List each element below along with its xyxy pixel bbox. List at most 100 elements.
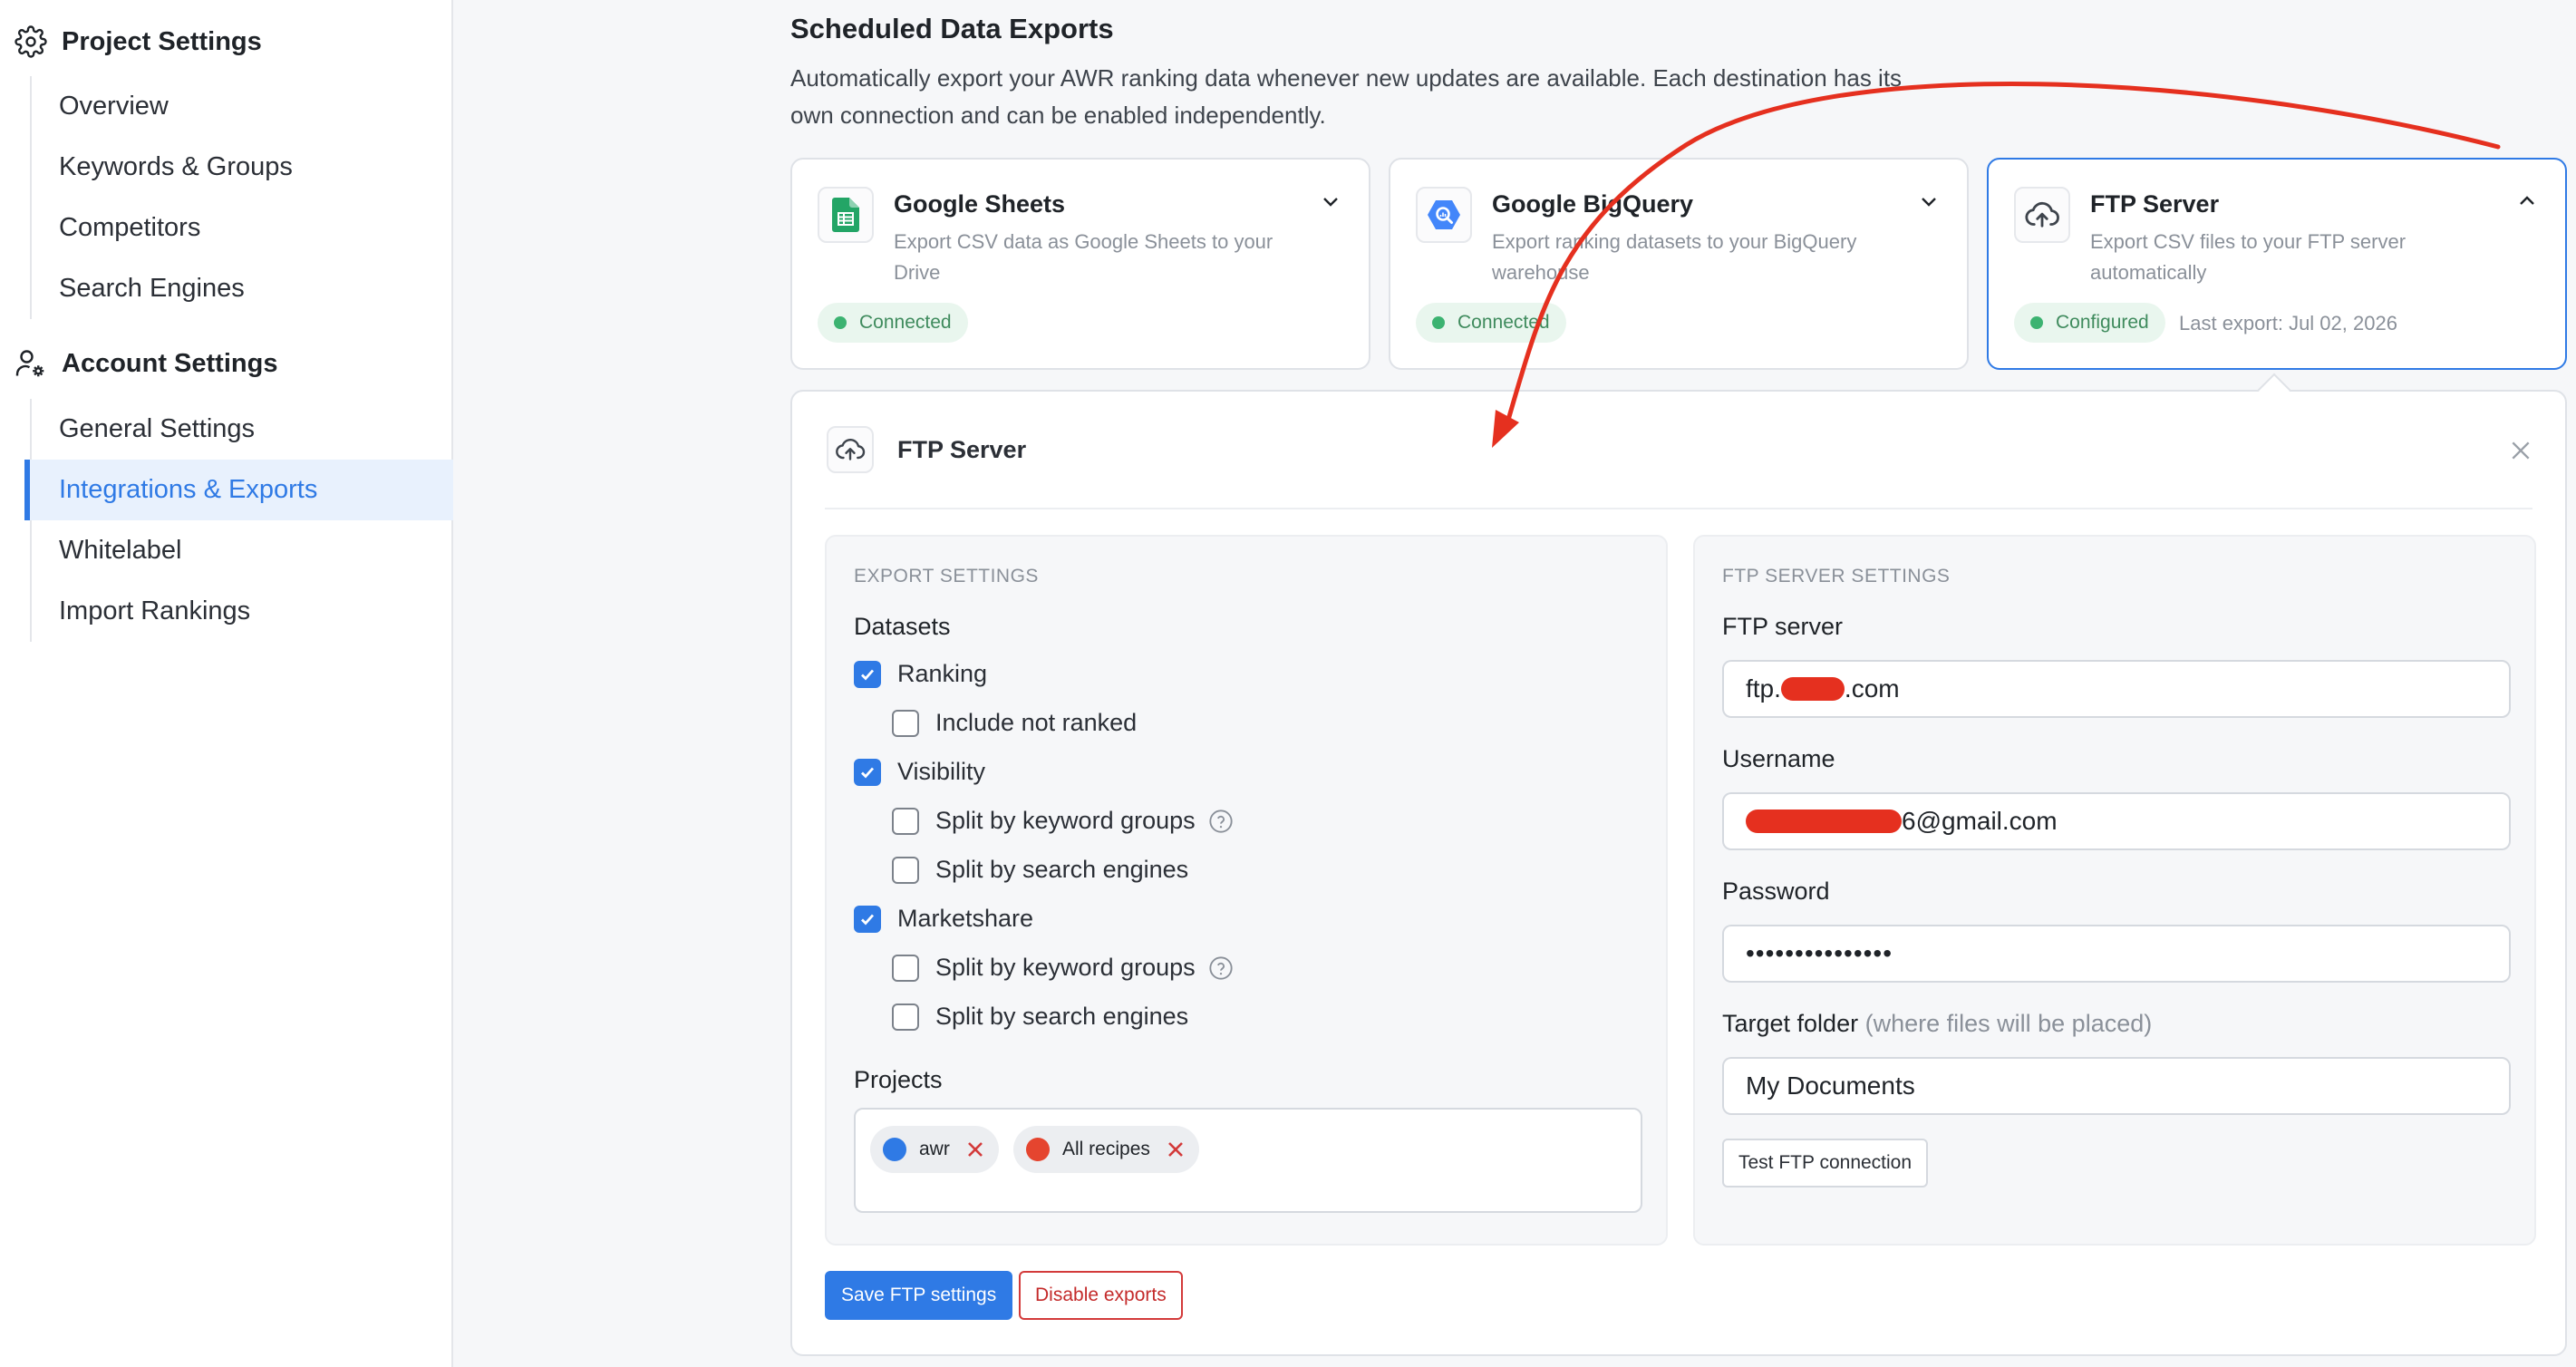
username-label: Username — [1722, 745, 1835, 772]
checkbox-label: Ranking — [897, 660, 988, 687]
status-badge: Connected — [1416, 303, 1566, 343]
destination-card-google-bigquery[interactable]: Google BigQuery Export ranking datasets … — [1389, 158, 1969, 370]
destination-description: Export CSV files to your FTP server auto… — [2090, 230, 2407, 284]
password-label: Password — [1722, 877, 1830, 905]
destination-card-google-sheets[interactable]: Google Sheets Export CSV data as Google … — [790, 158, 1370, 370]
ftp-server-label: FTP server — [1722, 613, 1844, 640]
checkbox-unchecked-icon[interactable] — [892, 807, 919, 835]
checkbox-ranking[interactable]: Ranking — [854, 660, 987, 688]
destination-name: FTP Server — [2090, 190, 2220, 218]
target-folder-hint: (where files will be placed) — [1864, 1010, 2153, 1037]
account-settings-list: General Settings Integrations & Exports … — [24, 399, 453, 642]
checkbox-label: Split by keyword groups — [935, 954, 1196, 981]
target-folder-label: Target folder (where files will be place… — [1722, 1010, 2152, 1038]
disable-exports-button[interactable]: Disable exports — [1019, 1271, 1183, 1320]
project-favicon-icon — [883, 1138, 906, 1161]
save-ftp-settings-button[interactable]: Save FTP settings — [825, 1271, 1013, 1320]
test-ftp-connection-button[interactable]: Test FTP connection — [1722, 1139, 1929, 1188]
cloud-upload-icon — [827, 426, 874, 473]
username-value-suffix: 6@gmail.com — [1902, 807, 2058, 835]
checkbox-checked-icon[interactable] — [854, 758, 881, 786]
ftp-settings-title: FTP SERVER SETTINGS — [1722, 566, 1951, 587]
remove-chip-icon[interactable] — [1165, 1139, 1186, 1160]
sidebar-item-general-settings[interactable]: General Settings — [32, 399, 453, 460]
checkbox-label: Include not ranked — [935, 709, 1138, 736]
project-chip-label: All recipes — [1062, 1139, 1150, 1159]
cloud-upload-icon — [2014, 187, 2070, 243]
checkbox-label: Split by search engines — [935, 856, 1189, 883]
checkbox-unchecked-icon[interactable] — [892, 709, 919, 737]
projects-multiselect[interactable]: awr All recipes — [854, 1108, 1642, 1213]
page-description: Automatically export your AWR ranking da… — [790, 64, 1903, 129]
status-badge: Connected — [818, 303, 968, 343]
checkbox-checked-icon[interactable] — [854, 660, 881, 688]
target-folder-label-text: Target folder — [1722, 1010, 1859, 1037]
help-icon[interactable] — [1208, 955, 1234, 981]
destination-description: Export ranking datasets to your BigQuery… — [1492, 230, 1857, 284]
target-folder-input[interactable] — [1722, 1057, 2511, 1115]
page-title: Scheduled Data Exports — [790, 13, 1114, 44]
main-content: Scheduled Data Exports Automatically exp… — [453, 0, 2576, 1367]
chevron-down-icon[interactable] — [1918, 190, 1940, 212]
sidebar-item-keywords-groups[interactable]: Keywords & Groups — [32, 137, 453, 198]
google-sheets-icon — [818, 187, 874, 243]
checkbox-checked-icon[interactable] — [854, 905, 881, 933]
project-chip-label: awr — [919, 1139, 950, 1159]
panel-header: FTP Server — [827, 426, 1026, 473]
account-settings-label: Account Settings — [62, 348, 278, 378]
checkbox-marketshare[interactable]: Marketshare — [854, 905, 1033, 933]
help-icon[interactable] — [1208, 809, 1234, 834]
chevron-up-icon[interactable] — [2516, 190, 2538, 212]
checkbox-label: Split by keyword groups — [935, 807, 1196, 834]
destination-name: Google BigQuery — [1492, 190, 1694, 218]
export-settings-title: EXPORT SETTINGS — [854, 566, 1039, 587]
sidebar-item-whitelabel[interactable]: Whitelabel — [32, 520, 453, 581]
destination-description: Export CSV data as Google Sheets to your… — [894, 230, 1273, 284]
divider — [825, 508, 2532, 509]
panel-title: FTP Server — [897, 435, 1027, 463]
checkbox-visibility-split-search-engines[interactable]: Split by search engines — [892, 856, 1188, 884]
checkbox-unchecked-icon[interactable] — [892, 1003, 919, 1031]
sidebar-item-overview[interactable]: Overview — [32, 76, 453, 137]
ftp-settings-panel: FTP Server EXPORT SETTINGS Datasets Rank… — [790, 390, 2567, 1356]
sidebar: Project Settings Overview Keywords & Gro… — [0, 0, 453, 1367]
checkbox-label: Visibility — [897, 758, 986, 785]
sidebar-item-import-rankings[interactable]: Import Rankings — [32, 581, 453, 642]
project-chip-awr: awr — [870, 1126, 999, 1173]
destination-name: Google Sheets — [894, 190, 1066, 218]
user-gear-icon — [15, 347, 47, 380]
destination-card-ftp-server[interactable]: FTP Server Export CSV files to your FTP … — [1987, 158, 2567, 370]
checkbox-unchecked-icon[interactable] — [892, 954, 919, 982]
remove-chip-icon[interactable] — [964, 1139, 986, 1160]
project-favicon-icon — [1026, 1138, 1050, 1161]
project-settings-list: Overview Keywords & Groups Competitors S… — [30, 76, 453, 319]
checkbox-visibility-split-keyword-groups[interactable]: Split by keyword groups — [892, 807, 1234, 835]
redaction-mark — [1746, 810, 1902, 833]
last-export-text: Last export: Jul 02, 2026 — [2179, 312, 2397, 334]
sidebar-item-search-engines[interactable]: Search Engines — [32, 258, 453, 319]
redaction-mark — [1780, 677, 1845, 701]
projects-label: Projects — [854, 1066, 943, 1093]
ftp-server-value-prefix: ftp. — [1746, 674, 1781, 703]
username-input[interactable]: 6@gmail.com — [1722, 792, 2511, 850]
checkbox-marketshare-split-search-engines[interactable]: Split by search engines — [892, 1003, 1188, 1031]
chevron-down-icon[interactable] — [1320, 190, 1341, 212]
checkbox-include-not-ranked[interactable]: Include not ranked — [892, 709, 1137, 737]
checkbox-marketshare-split-keyword-groups[interactable]: Split by keyword groups — [892, 954, 1234, 982]
checkbox-unchecked-icon[interactable] — [892, 856, 919, 884]
account-settings-header: Account Settings — [15, 347, 277, 380]
ftp-server-settings-section: FTP SERVER SETTINGS FTP server ftp. .com… — [1693, 535, 2536, 1246]
close-icon[interactable] — [2509, 439, 2532, 462]
gear-icon — [15, 25, 47, 58]
sidebar-item-integrations-exports[interactable]: Integrations & Exports — [24, 460, 453, 520]
project-settings-label: Project Settings — [62, 26, 262, 56]
export-settings-section: EXPORT SETTINGS Datasets Ranking Include… — [825, 535, 1668, 1246]
project-chip-all-recipes: All recipes — [1013, 1126, 1199, 1173]
ftp-server-input[interactable]: ftp. .com — [1722, 660, 2511, 718]
checkbox-label: Split by search engines — [935, 1003, 1189, 1030]
sidebar-item-competitors[interactable]: Competitors — [32, 198, 453, 258]
password-input[interactable]: ••••••••••••••• — [1722, 925, 2511, 983]
checkbox-visibility[interactable]: Visibility — [854, 758, 985, 786]
password-value: ••••••••••••••• — [1746, 939, 1893, 967]
bigquery-icon — [1416, 187, 1472, 243]
